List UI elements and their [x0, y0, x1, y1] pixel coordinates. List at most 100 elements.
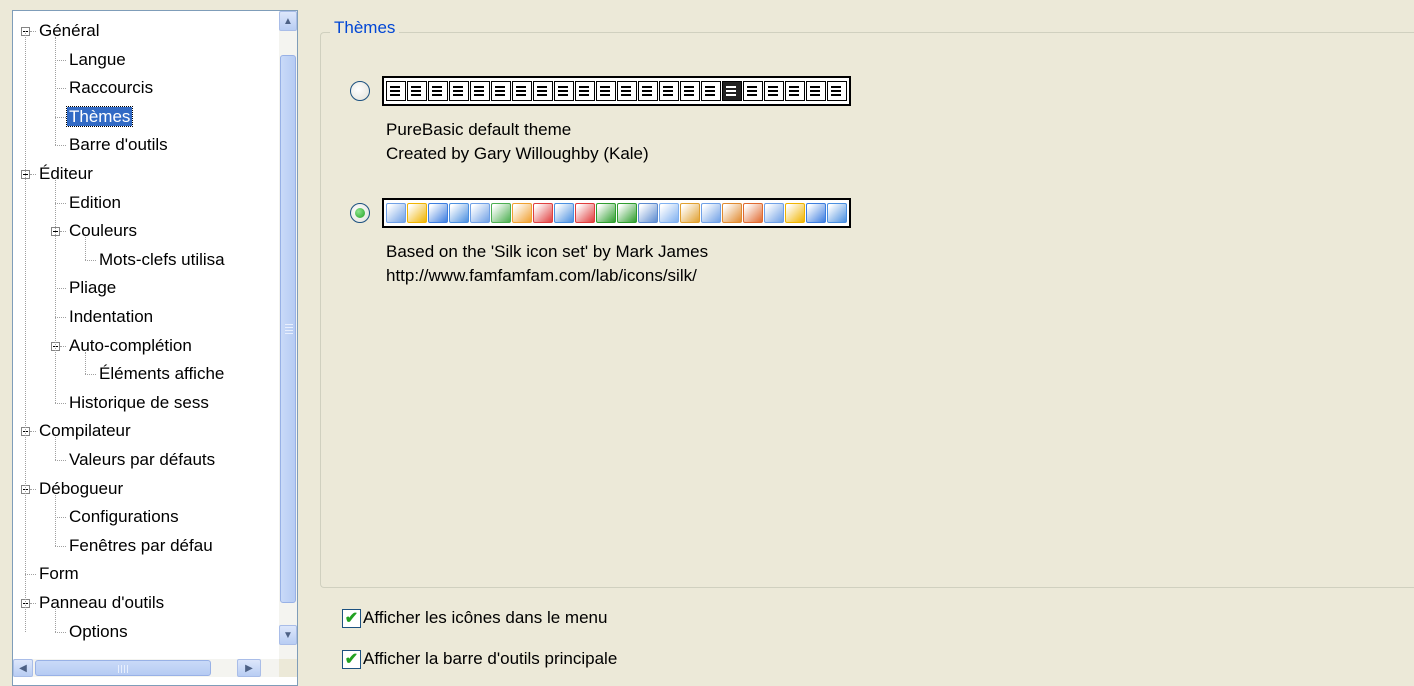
tree-item-label: Débogueur [39, 478, 124, 498]
toolbar-preview-icon [701, 203, 721, 223]
tree-item[interactable]: Langue [67, 46, 128, 74]
tree-item-label: Compilateur [39, 421, 131, 441]
toolbar-preview-icon [596, 203, 616, 223]
theme-silk-name: Based on the 'Silk icon set' by Mark Jam… [386, 242, 709, 261]
tree-list[interactable]: Général Langue Raccourcis Thèmes Barre d'out… [13, 11, 279, 659]
toolbar-preview-icon [386, 203, 406, 223]
tree-item[interactable]: Thèmes [65, 103, 134, 131]
toolbar-preview-icon [827, 203, 847, 223]
tree-item-label: Éléments affiche [99, 364, 225, 384]
tree-item[interactable]: Débogueur [37, 475, 125, 503]
theme-default-author: Created by Gary Willoughby (Kale) [386, 144, 649, 163]
toolbar-preview-icon [722, 81, 742, 101]
preferences-tree[interactable]: Général Langue Raccourcis Thèmes Barre d'out… [12, 10, 298, 686]
toolbar-preview-icon [638, 203, 658, 223]
toolbar-preview-icon [533, 203, 553, 223]
tree-item[interactable]: Valeurs par défauts [67, 446, 217, 474]
scroll-up-arrow-icon[interactable]: ▲ [279, 11, 297, 31]
toolbar-preview-icon [575, 203, 595, 223]
tree-item[interactable]: Barre d'outils [67, 131, 170, 159]
tree-item[interactable]: Raccourcis [67, 74, 155, 102]
toolbar-preview-icon [785, 81, 805, 101]
tree-item-label: Historique de sess [69, 392, 209, 412]
toolbar-preview-icon [428, 203, 448, 223]
toolbar-preview-icon [512, 203, 532, 223]
tree-item[interactable]: Edition [67, 189, 123, 217]
toolbar-preview-icon [722, 203, 742, 223]
tree-item-label: Mots-clefs utilisa [99, 249, 225, 269]
show-menu-icons-checkbox[interactable]: ✔ [342, 608, 361, 628]
tree-item-label: Langue [69, 49, 126, 69]
toolbar-preview-icon [449, 203, 469, 223]
scroll-right-arrow-icon[interactable]: ▶ [237, 659, 261, 677]
show-menu-icons-option[interactable]: ✔ Afficher les icônes dans le menu [342, 605, 607, 631]
themes-groupbox [320, 32, 1414, 588]
tree-item[interactable]: Éditeur [37, 160, 95, 188]
toolbar-preview-icon [554, 81, 574, 101]
show-main-toolbar-option[interactable]: ✔ Afficher la barre d'outils principale [342, 646, 617, 672]
tree-vertical-scrollbar[interactable]: ▲ ▼ [279, 11, 297, 659]
show-menu-icons-label[interactable]: Afficher les icônes dans le menu [363, 608, 607, 628]
toolbar-preview-icon [659, 81, 679, 101]
toolbar-preview-icon [407, 81, 427, 101]
themes-group-title: Thèmes [330, 18, 400, 38]
tree-item[interactable]: Pliage [67, 274, 118, 302]
toolbar-preview-icon [428, 81, 448, 101]
show-main-toolbar-checkbox[interactable]: ✔ [342, 649, 361, 669]
scroll-left-arrow-icon[interactable]: ◀ [13, 659, 33, 677]
theme-option-silk[interactable] [350, 198, 851, 228]
toolbar-preview-icon [743, 81, 763, 101]
horizontal-scroll-thumb[interactable] [35, 660, 211, 676]
tree-item-label: Général [39, 21, 100, 40]
theme-silk-url: http://www.famfamfam.com/lab/icons/silk/ [386, 266, 697, 285]
toolbar-preview-icon [638, 81, 658, 101]
scroll-down-arrow-icon[interactable]: ▼ [279, 625, 297, 645]
tree-item[interactable]: Mots-clefs utilisa [97, 246, 227, 274]
tree-item-label: Configurations [69, 507, 179, 527]
tree-item[interactable]: Indentation [67, 303, 155, 331]
tree-item-label: Raccourcis [69, 78, 154, 98]
tree-item-label: Pliage [69, 278, 117, 298]
tree-item[interactable]: Configurations [67, 503, 181, 531]
toolbar-preview-icon [680, 81, 700, 101]
theme-default-name: PureBasic default theme [386, 120, 572, 139]
tree-item[interactable]: Compilateur [37, 417, 133, 445]
tree-item[interactable]: Panneau d'outils [37, 589, 166, 617]
toolbar-preview-icon [659, 203, 679, 223]
tree-item[interactable]: Fenêtres par défau [67, 532, 215, 560]
toolbar-preview-icon [491, 81, 511, 101]
toolbar-preview-icon [806, 81, 826, 101]
tree-item-label: Auto-complétion [69, 335, 192, 355]
toolbar-preview-icon [743, 203, 763, 223]
tree-horizontal-scrollbar[interactable]: ◀ ▶ [13, 659, 279, 677]
toolbar-preview-icon [533, 81, 553, 101]
toolbar-preview-icon [701, 81, 721, 101]
vertical-scroll-thumb[interactable] [280, 55, 296, 603]
tree-item[interactable]: Form [37, 560, 81, 588]
toolbar-preview-icon [764, 203, 784, 223]
tree-item[interactable]: Couleurs [67, 217, 139, 245]
tree-item[interactable]: Historique de sess [67, 389, 211, 417]
theme-default-radio[interactable] [350, 81, 370, 101]
tree-item-label: Thèmes [65, 105, 134, 127]
show-main-toolbar-label[interactable]: Afficher la barre d'outils principale [363, 649, 617, 669]
tree-item[interactable]: Options [67, 618, 130, 646]
tree-item-label: Panneau d'outils [39, 593, 165, 612]
theme-default-description: PureBasic default theme Created by Gary … [386, 118, 649, 166]
default-theme-icon-preview [382, 76, 851, 106]
toolbar-preview-icon [449, 81, 469, 101]
tree-item-label: Form [39, 564, 79, 584]
toolbar-preview-icon [680, 203, 700, 223]
toolbar-preview-icon [386, 81, 406, 101]
toolbar-preview-icon [617, 81, 637, 101]
toolbar-preview-icon [806, 203, 826, 223]
theme-option-default[interactable] [350, 76, 851, 106]
tree-item-label: Edition [69, 192, 121, 212]
toolbar-preview-icon [491, 203, 511, 223]
toolbar-preview-icon [827, 81, 847, 101]
tree-item[interactable]: Auto-complétion [67, 332, 194, 360]
tree-item[interactable]: Général [37, 17, 101, 45]
tree-item[interactable]: Éléments affiche [97, 360, 226, 388]
theme-silk-radio[interactable] [350, 203, 370, 223]
toolbar-preview-icon [785, 203, 805, 223]
